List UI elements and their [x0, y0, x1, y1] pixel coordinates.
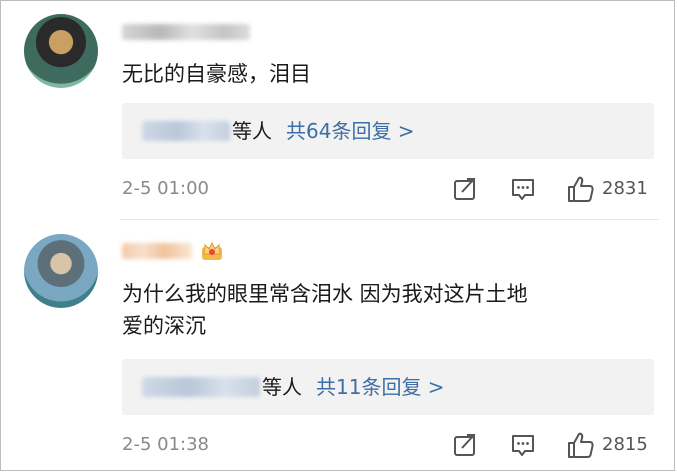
share-icon[interactable]: [452, 432, 478, 458]
view-replies-link[interactable]: 共11条回复 >: [316, 375, 445, 399]
comment-footer: 2-5 01:38 2815: [122, 430, 657, 460]
comment-item: 为什么我的眼里常含泪水 因为我对这片土地 爱的深沉 等人 共11条回复 > 2-5…: [0, 0, 677, 458]
comment-text: 为什么我的眼里常含泪水 因为我对这片土地 爱的深沉: [122, 278, 528, 342]
crown-badge-icon: [202, 241, 222, 260]
avatar[interactable]: [24, 234, 98, 308]
comment-text-line: 为什么我的眼里常含泪水 因为我对这片土地: [122, 282, 528, 306]
like-count: 2815: [602, 434, 648, 455]
reply-etc-text: 等人: [262, 375, 302, 399]
comment-timestamp: 2-5 01:38: [122, 434, 209, 455]
comment-text-line: 爱的深沉: [122, 314, 206, 338]
username-blurred[interactable]: [122, 243, 192, 259]
reply-summary-line: 等人 共11条回复 >: [262, 372, 445, 402]
reply-usernames-blurred: [142, 377, 260, 397]
comment-icon[interactable]: [510, 432, 536, 458]
thumbs-up-icon[interactable]: [566, 430, 596, 460]
reply-summary-box[interactable]: 等人 共11条回复 >: [122, 359, 654, 415]
